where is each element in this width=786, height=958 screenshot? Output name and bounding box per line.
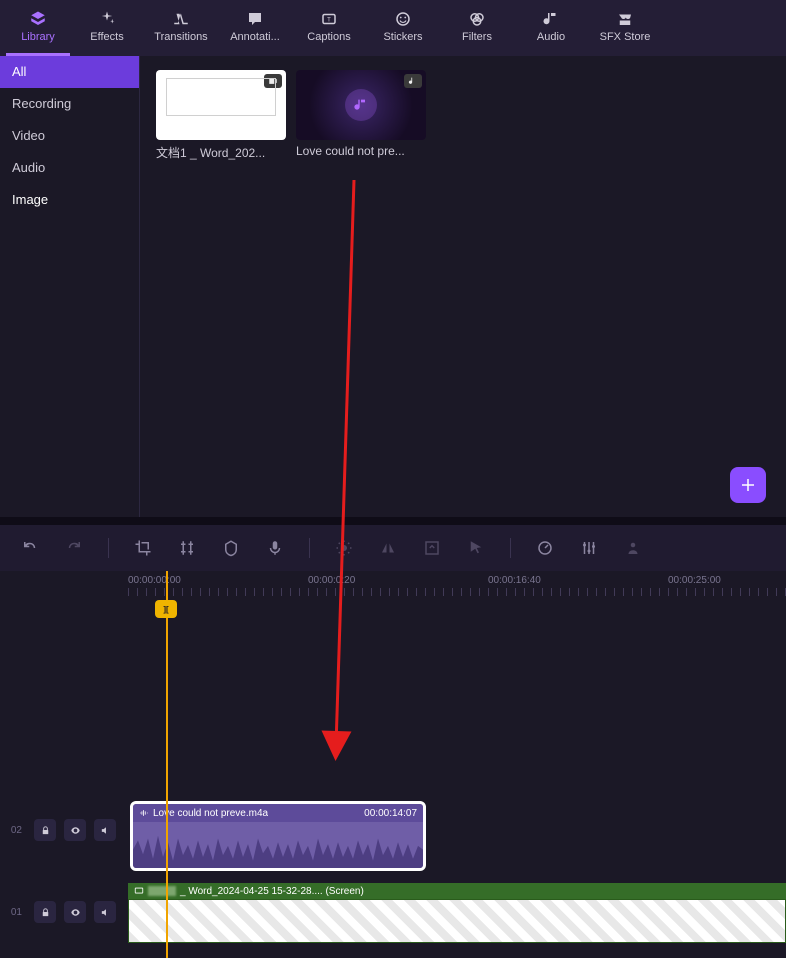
clip-name: Love could not preve.m4a <box>153 808 268 819</box>
video-badge-icon <box>264 74 282 88</box>
playhead-handle[interactable]: ][ <box>155 600 177 618</box>
tab-transitions[interactable]: Transitions <box>144 0 218 56</box>
media-label: 文档1 _ Word_202... <box>156 144 286 161</box>
captions-icon: T <box>320 10 338 28</box>
tab-stickers[interactable]: Stickers <box>366 0 440 56</box>
tab-label: Filters <box>462 31 492 43</box>
tab-label: Effects <box>90 31 123 43</box>
tab-captions[interactable]: T Captions <box>292 0 366 56</box>
ruler-time: 00:00:25:00 <box>668 575 721 586</box>
tab-filters[interactable]: Filters <box>440 0 514 56</box>
plus-icon <box>739 476 757 494</box>
ruler-time: 00:00:00:00 <box>128 575 181 586</box>
music-note-icon <box>353 97 369 113</box>
brightness-button[interactable] <box>334 538 354 558</box>
stickers-icon <box>394 10 412 28</box>
tab-label: Audio <box>537 31 565 43</box>
clip-duration: 00:00:14:07 <box>364 808 417 819</box>
media-thumbnail <box>156 70 286 140</box>
tab-label: Transitions <box>154 31 207 43</box>
track-number: 02 <box>11 825 22 836</box>
clip-header: _ Word_2024-04-25 15-32-28.... (Screen) <box>128 883 786 899</box>
media-item-document[interactable]: 文档1 _ Word_202... <box>156 70 286 161</box>
sidebar-item-image[interactable]: Image <box>0 184 139 216</box>
screen-icon <box>134 886 144 896</box>
top-tabs: Library Effects Transitions Annotati... … <box>0 0 786 56</box>
media-label: Love could not pre... <box>296 144 426 158</box>
store-icon <box>616 10 634 28</box>
fit-button[interactable] <box>422 538 442 558</box>
marker-button[interactable] <box>221 538 241 558</box>
divider <box>510 538 511 558</box>
ruler-time: 00:00:0:20 <box>308 575 355 586</box>
library-icon <box>29 10 47 28</box>
waveform-icon <box>139 808 149 818</box>
tracks-area: Love could not preve.m4a 00:00:14:07 02 <box>0 611 786 958</box>
tab-effects[interactable]: Effects <box>70 0 144 56</box>
tab-label: Library <box>21 31 55 43</box>
tab-label: Captions <box>307 31 350 43</box>
effects-icon <box>98 10 116 28</box>
sidebar-item-audio[interactable]: Audio <box>0 152 139 184</box>
tab-label: Stickers <box>383 31 422 43</box>
media-item-audio[interactable]: Love could not pre... <box>296 70 426 158</box>
divider <box>0 517 786 525</box>
timeline[interactable]: 00:00:00:00 00:00:0:20 00:00:16:40 00:00… <box>0 571 786 958</box>
audio-badge-icon <box>404 74 422 88</box>
track-mute-button[interactable] <box>94 901 116 923</box>
sidebar-item-video[interactable]: Video <box>0 120 139 152</box>
track-visibility-button[interactable] <box>64 819 86 841</box>
undo-button[interactable] <box>20 538 40 558</box>
sidebar-item-recording[interactable]: Recording <box>0 88 139 120</box>
voiceover-button[interactable] <box>265 538 285 558</box>
track-mute-button[interactable] <box>94 819 116 841</box>
speed-button[interactable] <box>535 538 555 558</box>
svg-text:T: T <box>327 17 331 23</box>
tab-audio[interactable]: Audio <box>514 0 588 56</box>
crop-button[interactable] <box>133 538 153 558</box>
tab-library[interactable]: Library <box>6 0 70 56</box>
sidebar-item-all[interactable]: All <box>0 56 139 88</box>
timeline-toolbar <box>0 525 786 571</box>
tab-sfx-store[interactable]: SFX Store <box>588 0 662 56</box>
add-media-button[interactable] <box>730 467 766 503</box>
track-visibility-button[interactable] <box>64 901 86 923</box>
person-button[interactable] <box>623 538 643 558</box>
timeline-ruler[interactable]: 00:00:00:00 00:00:0:20 00:00:16:40 00:00… <box>0 571 786 599</box>
cursor-button[interactable] <box>466 538 486 558</box>
flip-button[interactable] <box>378 538 398 558</box>
annotations-icon <box>246 10 264 28</box>
tab-label: SFX Store <box>600 31 651 43</box>
playhead-line <box>166 571 168 958</box>
tab-annotations[interactable]: Annotati... <box>218 0 292 56</box>
filters-icon <box>468 10 486 28</box>
track-number: 01 <box>11 907 22 918</box>
track-row-02: 02 <box>0 819 786 841</box>
ruler-time: 00:00:16:40 <box>488 575 541 586</box>
tab-label: Annotati... <box>230 31 280 43</box>
divider <box>309 538 310 558</box>
media-grid: 文档1 _ Word_202... Love could not pre... <box>140 56 786 517</box>
track-lock-button[interactable] <box>34 819 56 841</box>
track-lock-button[interactable] <box>34 901 56 923</box>
media-thumbnail <box>296 70 426 140</box>
clip-name: _ Word_2024-04-25 15-32-28.... (Screen) <box>180 886 364 897</box>
divider <box>108 538 109 558</box>
ruler-ticks <box>128 588 786 596</box>
track-row-01: 01 <box>0 901 786 923</box>
split-button[interactable] <box>177 538 197 558</box>
redo-button[interactable] <box>64 538 84 558</box>
audio-icon <box>542 10 560 28</box>
library-sidebar: All Recording Video Audio Image <box>0 56 140 517</box>
audio-adjust-button[interactable] <box>579 538 599 558</box>
transitions-icon <box>172 10 190 28</box>
content-area: All Recording Video Audio Image 文档1 _ Wo… <box>0 56 786 517</box>
